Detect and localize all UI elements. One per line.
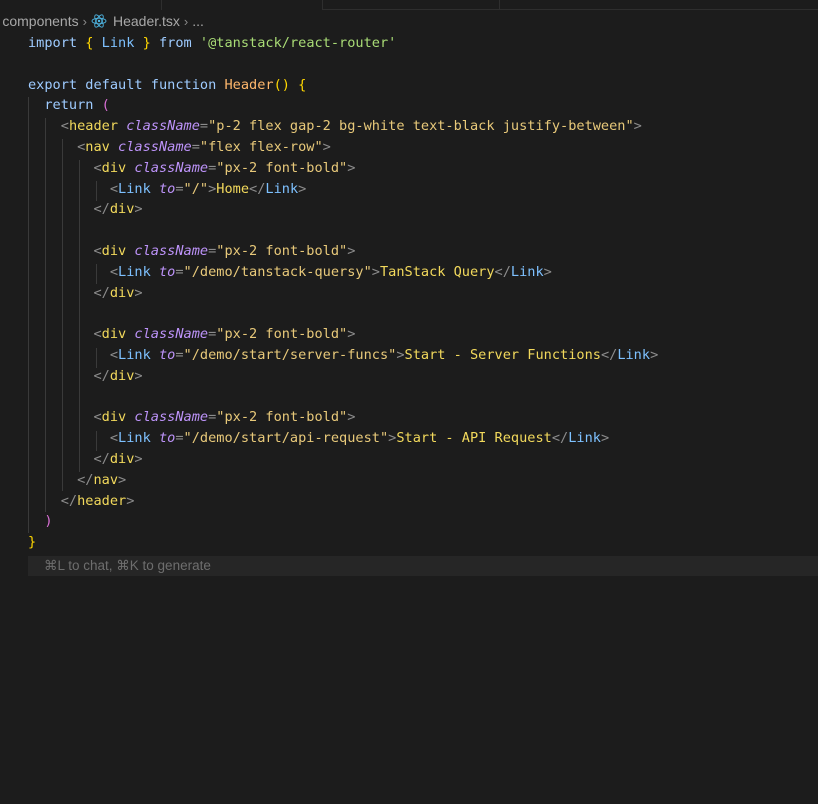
code-token: to [158,263,176,280]
code-token: () [273,76,290,93]
code-token: div [109,201,135,218]
code-token: className [134,326,209,343]
code-token: { [85,35,94,51]
code-token: ( [101,97,110,114]
code-token: div [109,284,135,301]
code-token: "px-2 font-bold" [216,326,348,343]
code-token: Link [101,35,135,51]
code-line[interactable]: export default function Header() { [28,75,306,96]
code-token: } [142,35,151,51]
code-token: '@tanstack/react-router' [199,35,397,51]
code-token: div [101,159,127,176]
code-token: "p-2 flex gap-2 bg-white text-black just… [208,118,634,135]
react-icon [91,13,107,29]
code-token: div [109,451,135,467]
code-line[interactable]: </nav> [28,470,126,491]
code-token: Link [118,347,151,363]
code-token: "/demo/start/api-request" [183,430,389,447]
code-token: Header [224,76,274,93]
code-token: default [85,76,143,93]
code-token: { [298,76,307,93]
code-line[interactable]: </div> [28,366,142,387]
code-token: to [158,180,176,197]
code-token: Link [118,263,151,280]
code-token: className [134,159,209,176]
code-token: Link [265,180,299,197]
code-token: } [28,534,37,551]
code-line[interactable]: <div className="px-2 font-bold"> [28,324,355,345]
code-token: from [158,35,192,51]
code-token: div [109,367,135,384]
breadcrumb: › components › Header.tsx › ... [0,11,204,31]
code-token: Link [617,347,651,363]
code-token: Link [510,263,544,280]
breadcrumb-ellipsis[interactable]: ... [192,13,204,29]
chevron-right-icon: › [183,13,189,29]
code-token: return [44,97,94,114]
code-token: div [101,243,127,259]
code-token: header [68,118,119,135]
code-token: "/demo/start/server-funcs" [183,347,397,363]
code-token: header [77,492,127,509]
code-line[interactable]: import { Link } from '@tanstack/react-ro… [28,33,396,54]
code-line[interactable]: <Link to="/">Home</Link> [28,179,307,200]
breadcrumb-file[interactable]: Header.tsx [113,13,180,29]
chevron-right-icon: › [82,13,87,29]
code-token: function [150,76,217,93]
code-line[interactable]: </div> [28,449,142,470]
tab-underline [323,9,818,10]
code-line[interactable]: <div className="px-2 font-bold"> [28,241,355,262]
code-token: ) [44,513,53,530]
code-token: "/demo/tanstack-quersy" [183,263,372,280]
code-line[interactable]: return ( [28,95,110,116]
code-token: div [101,326,127,343]
code-token: "px-2 font-bold" [216,159,348,176]
code-token: nav [85,139,110,155]
code-token: Home [216,180,250,197]
code-token: Start - Server Functions [404,347,601,363]
code-line[interactable]: <Link to="/demo/tanstack-quersy">TanStac… [28,262,552,283]
tab-divider [161,0,162,10]
code-token: import [28,35,78,51]
code-line[interactable]: <nav className="flex flex-row"> [28,137,331,158]
code-token: className [118,139,192,155]
code-line[interactable]: ) [28,511,53,532]
code-line[interactable]: <header className="p-2 flex gap-2 bg-whi… [28,116,642,137]
code-token: TanStack Query [379,263,495,280]
code-token: div [101,409,127,426]
code-token: Start - API Request [396,430,552,447]
code-token: to [158,347,176,363]
inline-hint-text: ⌘L to chat, ⌘K to generate [44,558,211,573]
code-token: "flex flex-row" [199,139,323,155]
code-line[interactable]: </div> [28,199,142,220]
code-line[interactable]: </div> [28,283,142,304]
code-line[interactable]: <div className="px-2 font-bold"> [28,407,355,428]
code-token: to [158,430,176,447]
code-line[interactable]: <div className="px-2 font-bold"> [28,158,355,179]
code-line[interactable]: } [28,532,36,553]
code-line[interactable]: </header> [28,491,135,512]
code-token: "px-2 font-bold" [216,243,348,259]
code-token: nav [93,471,119,488]
code-token: "px-2 font-bold" [216,409,348,426]
code-token: className [126,118,200,135]
code-token: Link [118,180,151,197]
code-token: Link [568,430,601,447]
code-token: export [28,76,78,93]
code-line[interactable]: <Link to="/demo/start/api-request">Start… [28,428,609,449]
code-token: "/" [183,180,209,197]
code-line[interactable]: <Link to="/demo/start/server-funcs">Star… [28,345,658,366]
breadcrumb-folder[interactable]: components [2,13,78,29]
code-token: className [134,243,209,259]
code-token: className [134,409,209,426]
code-token: Link [118,430,151,447]
